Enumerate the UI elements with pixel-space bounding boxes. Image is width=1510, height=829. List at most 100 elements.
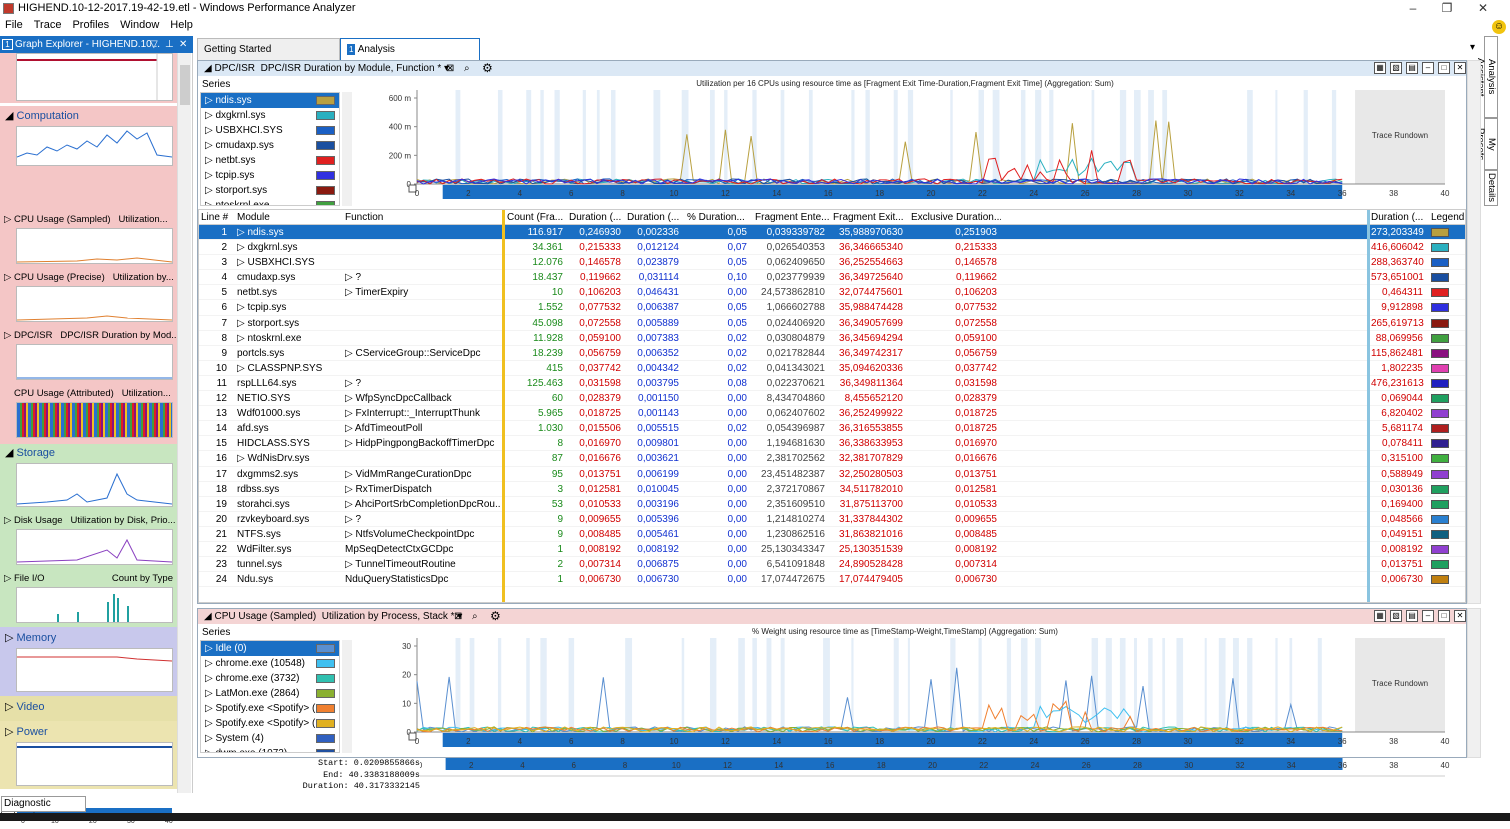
collapse-icon[interactable]: ◢ — [204, 611, 214, 622]
dpc-isr-thumbnail[interactable] — [16, 344, 173, 380]
grouping-divider[interactable] — [502, 210, 505, 602]
disk-usage-thumbnail[interactable] — [16, 529, 173, 565]
category-power[interactable]: ▷ Power — [0, 725, 177, 740]
table-row[interactable]: 1 ▷ ndis.sys 116.917 0,246930 0,002336 0,05 0,… — [199, 225, 1465, 241]
graph-table-toggle-icon[interactable]: ⊠ — [454, 609, 462, 624]
series-item[interactable]: ▷ dwm.exe (1072) — [201, 746, 339, 752]
series-item[interactable]: ▷ Spotify.exe <Spotify> (... — [201, 716, 339, 731]
legend-swatch[interactable] — [1431, 318, 1449, 328]
series-color-swatch[interactable] — [316, 749, 335, 752]
graph-table-toggle-icon[interactable]: ⊠ — [446, 61, 454, 76]
legend-swatch[interactable] — [1431, 469, 1449, 479]
column-header[interactable]: Function — [345, 210, 501, 225]
column-header[interactable]: Duration (... — [569, 210, 625, 225]
table-row[interactable]: 9 portcls.sys ▷ CServiceGroup::ServiceDpc… — [199, 346, 1465, 361]
view-graph-table-icon[interactable]: ▦ — [1374, 62, 1386, 74]
column-header[interactable]: Module — [237, 210, 341, 225]
table-row[interactable]: 6 ▷ tcpip.sys 1.552 0,077532 0,006387 0,05 1,0… — [199, 300, 1465, 316]
graph-thumbnail-top[interactable] — [16, 53, 173, 101]
table-row[interactable]: 7 ▷ storport.sys 45.098 0,072558 0,005889 0,0… — [199, 316, 1465, 331]
table-row[interactable]: 4 cmudaxp.sys ▷ ? 18.437 0,119662 0,031114 0,… — [199, 270, 1465, 286]
table-row[interactable]: 13 Wdf01000.sys ▷ FxInterrupt::_Interrupt… — [199, 406, 1465, 422]
series-item[interactable]: ▷ ntoskrnl.exe — [201, 198, 339, 205]
category-memory[interactable]: ▷ Memory — [0, 631, 177, 646]
collapse-icon[interactable]: ◢ — [204, 63, 214, 74]
graph-label-file-io[interactable]: ▷ File I/O Count by Type — [0, 572, 177, 586]
legend-swatch[interactable] — [1431, 499, 1449, 509]
legend-swatch[interactable] — [1431, 363, 1449, 373]
legend-swatch[interactable] — [1431, 439, 1449, 449]
table-row[interactable]: 22 WdFilter.sys MpSeqDetectCtxGCDpc 1 0,00… — [199, 542, 1465, 558]
menu-help[interactable]: Help — [170, 17, 193, 33]
legend-swatch[interactable] — [1431, 409, 1449, 419]
view-graph-icon[interactable]: ▧ — [1390, 610, 1402, 622]
table-row[interactable]: 21 NTFS.sys ▷ NtfsVolumeCheckpointDpc 9 0,0… — [199, 527, 1465, 542]
legend-swatch[interactable] — [1431, 273, 1449, 283]
close-icon[interactable]: ✕ — [179, 36, 187, 53]
legend-swatch[interactable] — [1431, 348, 1449, 358]
menu-file[interactable]: File — [5, 17, 23, 33]
maximize-panel-icon[interactable]: □ — [1438, 62, 1450, 74]
search-icon[interactable]: ⌕ — [472, 609, 478, 624]
table-row[interactable]: 23 tunnel.sys ▷ TunnelTimeoutRoutine 2 0,00… — [199, 557, 1465, 573]
view-graph-table-icon[interactable]: ▦ — [1374, 610, 1386, 622]
table-row[interactable]: 15 HIDCLASS.SYS ▷ HidpPingpongBackoffTime… — [199, 436, 1465, 452]
footer-timeline[interactable]: 0246810121416182022242628303234363840 — [420, 758, 1460, 780]
series-item[interactable]: ▷ Idle (0) — [201, 641, 339, 656]
menu-trace[interactable]: Trace — [34, 17, 62, 33]
column-header[interactable]: Legend — [1431, 210, 1465, 225]
series-item[interactable]: ▷ LatMon.exe (2864) — [201, 686, 339, 701]
series-item[interactable]: ▷ netbt.sys — [201, 153, 339, 168]
side-tab-analysis-assistant[interactable]: Analysis Assistant — [1475, 36, 1498, 118]
scrollbar-thumb[interactable] — [180, 65, 190, 105]
gear-icon[interactable]: ⚙ — [490, 609, 501, 624]
cpu-sampled-thumbnail[interactable] — [16, 228, 173, 264]
column-header[interactable]: Fragment Exit... — [833, 210, 907, 225]
legend-swatch[interactable] — [1431, 514, 1449, 524]
column-header[interactable]: Exclusive Duration... — [911, 210, 1001, 225]
table-row[interactable]: 18 rdbss.sys ▷ RxTimerDispatch 3 0,012581 0,… — [199, 482, 1465, 497]
column-header[interactable]: % Duration... — [687, 210, 751, 225]
legend-swatch[interactable] — [1431, 454, 1449, 464]
series-item[interactable]: ▷ System (4) — [201, 731, 339, 746]
legend-swatch[interactable] — [1431, 378, 1449, 388]
series-color-swatch[interactable] — [316, 111, 335, 120]
diagnostic-console-button[interactable]: Diagnostic Console — [1, 796, 86, 823]
legend-swatch[interactable] — [1431, 333, 1449, 343]
search-icon[interactable]: ⌕ — [464, 61, 470, 76]
series-scrollbar[interactable] — [342, 92, 352, 206]
close-panel-icon[interactable]: ✕ — [1454, 610, 1466, 622]
series-color-swatch[interactable] — [316, 719, 335, 728]
power-thumbnail[interactable] — [16, 742, 173, 786]
series-color-swatch[interactable] — [316, 734, 335, 743]
close-button[interactable]: ✕ — [1466, 0, 1500, 17]
legend-swatch[interactable] — [1431, 228, 1449, 237]
dropdown-icon[interactable]: ▽ — [150, 36, 158, 53]
table-row[interactable]: 10 ▷ CLASSPNP.SYS 415 0,037742 0,004342 0,02 0… — [199, 361, 1465, 376]
menu-profiles[interactable]: Profiles — [72, 17, 109, 33]
legend-swatch[interactable] — [1431, 575, 1449, 585]
series-item[interactable]: ▷ ndis.sys — [201, 93, 339, 108]
table-row[interactable]: 19 storahci.sys ▷ AhciPortSrbCompletionDp… — [199, 497, 1465, 512]
view-table-icon[interactable]: ▤ — [1406, 610, 1418, 622]
close-panel-icon[interactable]: ✕ — [1454, 62, 1466, 74]
table-row[interactable]: 2 ▷ dxgkrnl.sys 34.361 0,215333 0,012124 0,07… — [199, 240, 1465, 256]
category-computation[interactable]: ◢ Computation — [0, 109, 177, 124]
minimize-button[interactable]: – — [1396, 0, 1430, 17]
graph-label-cpu-sampled[interactable]: ▷ CPU Usage (Sampled) Utilization... — [0, 213, 177, 227]
cpu-chart[interactable]: % Weight using resource time as [TimeSta… — [355, 626, 1465, 756]
gear-icon[interactable]: ⚙ — [482, 61, 493, 76]
series-color-swatch[interactable] — [316, 689, 335, 698]
column-header[interactable]: Duration (... — [627, 210, 683, 225]
table-row[interactable]: 5 netbt.sys ▷ TimerExpiry 10 0,106203 0,0464… — [199, 285, 1465, 301]
series-color-swatch[interactable] — [316, 201, 335, 205]
series-item[interactable]: ▷ dxgkrnl.sys — [201, 108, 339, 123]
category-video[interactable]: ▷ Video — [0, 700, 177, 715]
computation-thumbnail[interactable] — [16, 126, 173, 166]
view-graph-icon[interactable]: ▧ — [1390, 62, 1402, 74]
tab-overflow-icon[interactable]: ▾ — [1470, 42, 1475, 53]
side-tab-my-presets[interactable]: My Presets — [1475, 118, 1498, 170]
series-color-swatch[interactable] — [316, 156, 335, 165]
graph-label-cpu-precise[interactable]: ▷ CPU Usage (Precise) Utilization by... — [0, 271, 177, 285]
table-row[interactable]: 17 dxgmms2.sys ▷ VidMmRangeCurationDpc 95 0… — [199, 467, 1465, 482]
